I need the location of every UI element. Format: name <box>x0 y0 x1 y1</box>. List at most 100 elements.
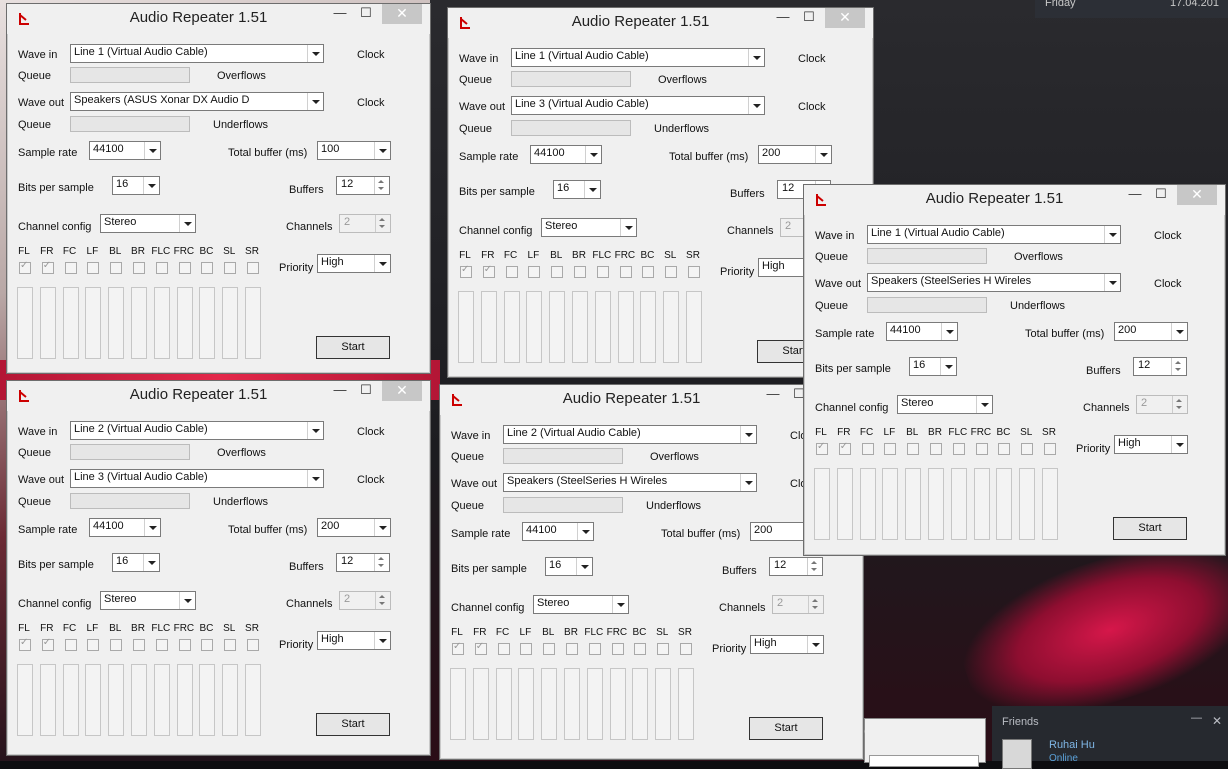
channel-checkbox-sr[interactable] <box>247 639 259 651</box>
wave-in-select[interactable]: Line 2 (Virtual Audio Cable) <box>70 421 324 440</box>
chevron-down-icon[interactable] <box>307 93 323 110</box>
total-buffer-select[interactable]: 200 <box>317 518 391 537</box>
channel-checkbox-fc[interactable] <box>64 639 77 651</box>
chevron-down-icon[interactable] <box>307 470 323 487</box>
channel-checkbox-bc[interactable] <box>634 643 647 655</box>
total-buffer-select[interactable]: 100 <box>317 141 391 160</box>
channel-checkbox-bl[interactable] <box>110 262 123 274</box>
wave-out-select[interactable]: Speakers (SteelSeries H Wireles <box>503 473 757 492</box>
channel-checkbox-flc[interactable] <box>596 266 609 278</box>
chevron-down-icon[interactable] <box>1171 323 1187 340</box>
channel-checkbox-frc[interactable] <box>178 639 191 651</box>
buffers-spinner-updown[interactable] <box>374 177 389 194</box>
channel-checkbox-flc[interactable] <box>588 643 601 655</box>
channel-config-select[interactable]: Stereo <box>541 218 637 237</box>
chevron-down-icon[interactable] <box>1104 274 1120 291</box>
buffers-spinner[interactable]: 12 <box>336 176 390 195</box>
channel-checkbox-frc[interactable] <box>611 643 624 655</box>
channel-config-select[interactable]: Stereo <box>100 214 196 233</box>
channel-checkbox-fl[interactable] <box>19 260 31 274</box>
wave-in-select[interactable]: Line 1 (Virtual Audio Cable) <box>867 225 1121 244</box>
title-bar[interactable]: Audio Repeater 1.51—☐✕ <box>7 4 430 34</box>
chevron-down-icon[interactable] <box>179 592 195 609</box>
buffers-spinner[interactable]: 12 <box>1133 357 1187 376</box>
spin-up-icon[interactable] <box>1175 361 1181 364</box>
priority-select[interactable]: High <box>317 631 391 650</box>
chevron-down-icon[interactable] <box>374 632 390 649</box>
channel-checkbox-bc[interactable] <box>998 443 1011 455</box>
audio-repeater-window[interactable]: Audio Repeater 1.51—☐✕ Wave in Line 2 (Vir… <box>439 384 864 760</box>
wave-out-select[interactable]: Line 3 (Virtual Audio Cable) <box>70 469 324 488</box>
title-bar[interactable]: Audio Repeater 1.51—☐✕ <box>440 385 863 415</box>
buffers-spinner-updown[interactable] <box>1171 358 1186 375</box>
chevron-down-icon[interactable] <box>143 177 159 194</box>
chevron-down-icon[interactable] <box>940 358 956 375</box>
steam-friends-panel[interactable]: Friends — ✕ Ruhai Hu Online <box>992 706 1228 769</box>
friend-user-name[interactable]: Ruhai Hu <box>1049 739 1095 751</box>
chevron-down-icon[interactable] <box>307 422 323 439</box>
channel-checkbox-fr[interactable] <box>41 637 54 651</box>
chevron-down-icon[interactable] <box>1171 436 1187 453</box>
bits-per-sample-select[interactable]: 16 <box>553 180 601 199</box>
total-buffer-select[interactable]: 200 <box>758 145 832 164</box>
sample-rate-select[interactable]: 44100 <box>530 145 602 164</box>
start-button[interactable]: Start <box>749 717 823 740</box>
spin-down-icon[interactable] <box>1175 368 1181 371</box>
spin-up-icon[interactable] <box>378 180 384 183</box>
channel-checkbox-bl[interactable] <box>110 639 123 651</box>
channel-config-select[interactable]: Stereo <box>897 395 993 414</box>
minimize-button[interactable]: — <box>769 8 797 28</box>
close-button[interactable]: ✕ <box>382 4 422 24</box>
chevron-down-icon[interactable] <box>748 97 764 114</box>
maximize-button[interactable]: ☐ <box>352 4 380 24</box>
channel-checkbox-fl[interactable] <box>452 641 464 655</box>
chevron-down-icon[interactable] <box>620 219 636 236</box>
channel-checkbox-sl[interactable] <box>224 262 237 274</box>
audio-repeater-window[interactable]: Audio Repeater 1.51—☐✕ Wave in Line 2 (Vir… <box>6 380 431 756</box>
minimize-button[interactable]: — <box>759 385 787 405</box>
spin-up-icon[interactable] <box>811 561 817 564</box>
close-button[interactable]: ✕ <box>1177 185 1217 205</box>
audio-repeater-window[interactable]: Audio Repeater 1.51— ☐ ✕ Wave in Line 1 (Vir… <box>6 3 431 374</box>
channel-checkbox-sl[interactable] <box>1021 443 1034 455</box>
chevron-down-icon[interactable] <box>307 45 323 62</box>
close-button[interactable]: ✕ <box>825 8 865 28</box>
wave-out-select[interactable]: Speakers (SteelSeries H Wireles <box>867 273 1121 292</box>
maximize-button[interactable]: ☐ <box>795 8 823 28</box>
channel-checkbox-fc[interactable] <box>861 443 874 455</box>
channel-checkbox-fc[interactable] <box>497 643 510 655</box>
chevron-down-icon[interactable] <box>612 596 628 613</box>
chevron-down-icon[interactable] <box>143 554 159 571</box>
channel-config-select[interactable]: Stereo <box>100 591 196 610</box>
chevron-down-icon[interactable] <box>577 523 593 540</box>
sample-rate-select[interactable]: 44100 <box>89 518 161 537</box>
channel-checkbox-fl[interactable] <box>816 441 828 455</box>
channel-checkbox-sl[interactable] <box>665 266 678 278</box>
channel-checkbox-lf[interactable] <box>87 262 100 274</box>
sample-rate-select[interactable]: 44100 <box>89 141 161 160</box>
sample-rate-select[interactable]: 44100 <box>886 322 958 341</box>
minimize-button[interactable]: — <box>1121 185 1149 205</box>
buffers-spinner[interactable]: 12 <box>336 553 390 572</box>
channel-checkbox-fl[interactable] <box>19 637 31 651</box>
channel-checkbox-sl[interactable] <box>657 643 670 655</box>
wave-in-select[interactable]: Line 1 (Virtual Audio Cable) <box>511 48 765 67</box>
chevron-down-icon[interactable] <box>374 255 390 272</box>
channel-checkbox-frc[interactable] <box>178 262 191 274</box>
maximize-button[interactable]: ☐ <box>352 381 380 401</box>
channel-checkbox-flc[interactable] <box>155 639 168 651</box>
spin-down-icon[interactable] <box>378 187 384 190</box>
channel-checkbox-sr[interactable] <box>1044 443 1056 455</box>
channel-checkbox-br[interactable] <box>574 266 586 278</box>
minimize-button[interactable]: — <box>326 4 354 24</box>
buffers-spinner-updown[interactable] <box>807 558 822 575</box>
buffers-spinner-updown[interactable] <box>374 554 389 571</box>
channel-checkbox-frc[interactable] <box>619 266 632 278</box>
chevron-down-icon[interactable] <box>1104 226 1120 243</box>
channel-checkbox-flc[interactable] <box>952 443 965 455</box>
channel-checkbox-fr[interactable] <box>474 641 487 655</box>
channel-checkbox-lf[interactable] <box>520 643 533 655</box>
start-button[interactable]: Start <box>1113 517 1187 540</box>
minimize-button[interactable]: — <box>326 381 354 401</box>
chevron-down-icon[interactable] <box>584 181 600 198</box>
